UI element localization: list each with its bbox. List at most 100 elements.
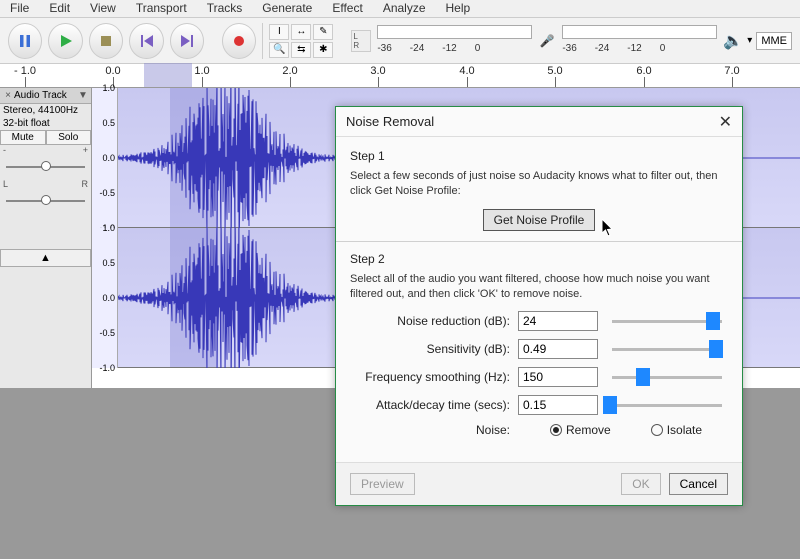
- noise-reduction-slider[interactable]: [606, 312, 728, 330]
- freq-smoothing-label: Frequency smoothing (Hz):: [350, 370, 510, 384]
- gain-min-label: -: [3, 145, 6, 155]
- wave-y-label: 1.0: [102, 223, 115, 233]
- step2-heading: Step 2: [350, 252, 728, 266]
- attack-decay-input[interactable]: [518, 395, 598, 415]
- sensitivity-input[interactable]: [518, 339, 598, 359]
- timeline-ruler[interactable]: - 1.0 0.0 1.0 2.0 3.0 4.0 5.0 6.0 7.0: [0, 64, 800, 88]
- wave-y-label: 0.5: [102, 258, 115, 268]
- noise-mode-label: Noise:: [350, 423, 510, 437]
- menu-analyze[interactable]: Analyze: [379, 0, 430, 16]
- draw-tool-icon[interactable]: ✎: [313, 24, 333, 40]
- noise-reduction-label: Noise reduction (dB):: [350, 314, 510, 328]
- record-button[interactable]: [222, 23, 256, 59]
- track-format-line1: Stereo, 44100Hz: [0, 104, 91, 117]
- ruler-tick-label: 6.0: [636, 65, 651, 77]
- wave-y-label: -1.0: [99, 363, 115, 373]
- meter-tick: -36: [377, 43, 391, 54]
- mouse-cursor-icon: [602, 219, 616, 239]
- wave-y-label: 0.0: [102, 293, 115, 303]
- ruler-tick-label: 1.0: [194, 65, 209, 77]
- radio-isolate[interactable]: Isolate: [651, 423, 702, 437]
- preview-button[interactable]: Preview: [350, 473, 415, 495]
- transport-toolbar: I ↔ ✎ 🔍 ⇆ ✱ LR -36 -24 -12 0 🎤 -36 -24 -…: [0, 18, 800, 64]
- meter-tick: -12: [442, 43, 456, 54]
- ruler-tick-label: 3.0: [370, 65, 385, 77]
- menu-file[interactable]: File: [6, 0, 33, 16]
- pan-slider[interactable]: [6, 193, 85, 209]
- record-meter-bar[interactable]: [562, 25, 717, 39]
- speaker-icon[interactable]: 🔈: [723, 31, 743, 51]
- mic-icon[interactable]: 🎤: [538, 32, 556, 50]
- ruler-tick-label: 5.0: [547, 65, 562, 77]
- zoom-tool-icon[interactable]: 🔍: [269, 42, 289, 58]
- meter-tick: -24: [410, 43, 424, 54]
- meter-tick: 0: [475, 43, 481, 54]
- timeshift-tool-icon[interactable]: ⇆: [291, 42, 311, 58]
- sensitivity-slider[interactable]: [606, 340, 728, 358]
- radio-isolate-label: Isolate: [667, 423, 702, 437]
- track-close-icon[interactable]: ×: [2, 90, 14, 101]
- skip-end-button[interactable]: [170, 23, 204, 59]
- gain-slider[interactable]: [6, 159, 85, 175]
- noise-reduction-input[interactable]: [518, 311, 598, 331]
- track-name-label[interactable]: Audio Track: [14, 90, 77, 101]
- attack-decay-label: Attack/decay time (secs):: [350, 398, 510, 412]
- track-control-panel: × Audio Track ▼ Stereo, 44100Hz 32-bit f…: [0, 88, 92, 388]
- playback-meter: LR -36 -24 -12 0 🎤 -36 -24 -12 0: [351, 25, 717, 57]
- mute-button[interactable]: Mute: [0, 130, 46, 145]
- host-output-select[interactable]: MME: [756, 32, 792, 50]
- freq-smoothing-slider[interactable]: [606, 368, 728, 386]
- playback-meter-bar[interactable]: [377, 25, 532, 39]
- menu-transport[interactable]: Transport: [132, 0, 191, 16]
- track-collapse-button[interactable]: ▲: [0, 249, 91, 267]
- menu-edit[interactable]: Edit: [45, 0, 74, 16]
- ruler-tick-label: 7.0: [724, 65, 739, 77]
- solo-button[interactable]: Solo: [46, 130, 92, 145]
- noise-removal-dialog: Noise Removal ✕ Step 1 Select a few seco…: [335, 106, 743, 506]
- menu-view[interactable]: View: [86, 0, 120, 16]
- meter-tick: -36: [562, 43, 576, 54]
- step2-text: Select all of the audio you want filtere…: [350, 272, 728, 302]
- attack-decay-slider[interactable]: [606, 396, 728, 414]
- meter-channels-label: LR: [351, 30, 371, 52]
- selection-tool-icon[interactable]: I: [269, 24, 289, 40]
- wave-y-label: 0.0: [102, 153, 115, 163]
- ok-button[interactable]: OK: [621, 473, 660, 495]
- meter-tick: 0: [660, 43, 666, 54]
- multi-tool-icon[interactable]: ✱: [313, 42, 333, 58]
- ruler-tick-label: 2.0: [282, 65, 297, 77]
- menu-bar: File Edit View Transport Tracks Generate…: [0, 0, 800, 18]
- menu-effect[interactable]: Effect: [328, 0, 366, 16]
- gain-max-label: +: [83, 145, 88, 155]
- radio-remove[interactable]: Remove: [550, 423, 611, 437]
- skip-start-button[interactable]: [129, 23, 163, 59]
- ruler-tick-label: 4.0: [459, 65, 474, 77]
- play-button[interactable]: [48, 23, 82, 59]
- track-format-line2: 32-bit float: [0, 117, 91, 130]
- pause-button[interactable]: [8, 23, 42, 59]
- step1-heading: Step 1: [350, 149, 728, 163]
- wave-y-label: -0.5: [99, 328, 115, 338]
- meter-tick: -24: [595, 43, 609, 54]
- wave-y-label: 1.0: [102, 83, 115, 93]
- track-menu-chevron-icon[interactable]: ▼: [77, 90, 89, 101]
- pan-right-label: R: [82, 179, 89, 189]
- ruler-tick-label: 0.0: [105, 65, 120, 77]
- pan-left-label: L: [3, 179, 8, 189]
- sensitivity-label: Sensitivity (dB):: [350, 342, 510, 356]
- menu-generate[interactable]: Generate: [258, 0, 316, 16]
- radio-remove-label: Remove: [566, 423, 611, 437]
- menu-tracks[interactable]: Tracks: [203, 0, 247, 16]
- dialog-close-icon[interactable]: ✕: [719, 112, 732, 132]
- edit-tools: I ↔ ✎ 🔍 ⇆ ✱: [262, 23, 339, 59]
- ruler-tick-label: - 1.0: [14, 65, 36, 77]
- freq-smoothing-input[interactable]: [518, 367, 598, 387]
- cancel-button[interactable]: Cancel: [669, 473, 728, 495]
- wave-y-label: 0.5: [102, 118, 115, 128]
- menu-help[interactable]: Help: [442, 0, 475, 16]
- envelope-tool-icon[interactable]: ↔: [291, 24, 311, 40]
- stop-button[interactable]: [89, 23, 123, 59]
- wave-y-label: -0.5: [99, 188, 115, 198]
- step1-text: Select a few seconds of just noise so Au…: [350, 169, 728, 199]
- get-noise-profile-button[interactable]: Get Noise Profile: [483, 209, 596, 231]
